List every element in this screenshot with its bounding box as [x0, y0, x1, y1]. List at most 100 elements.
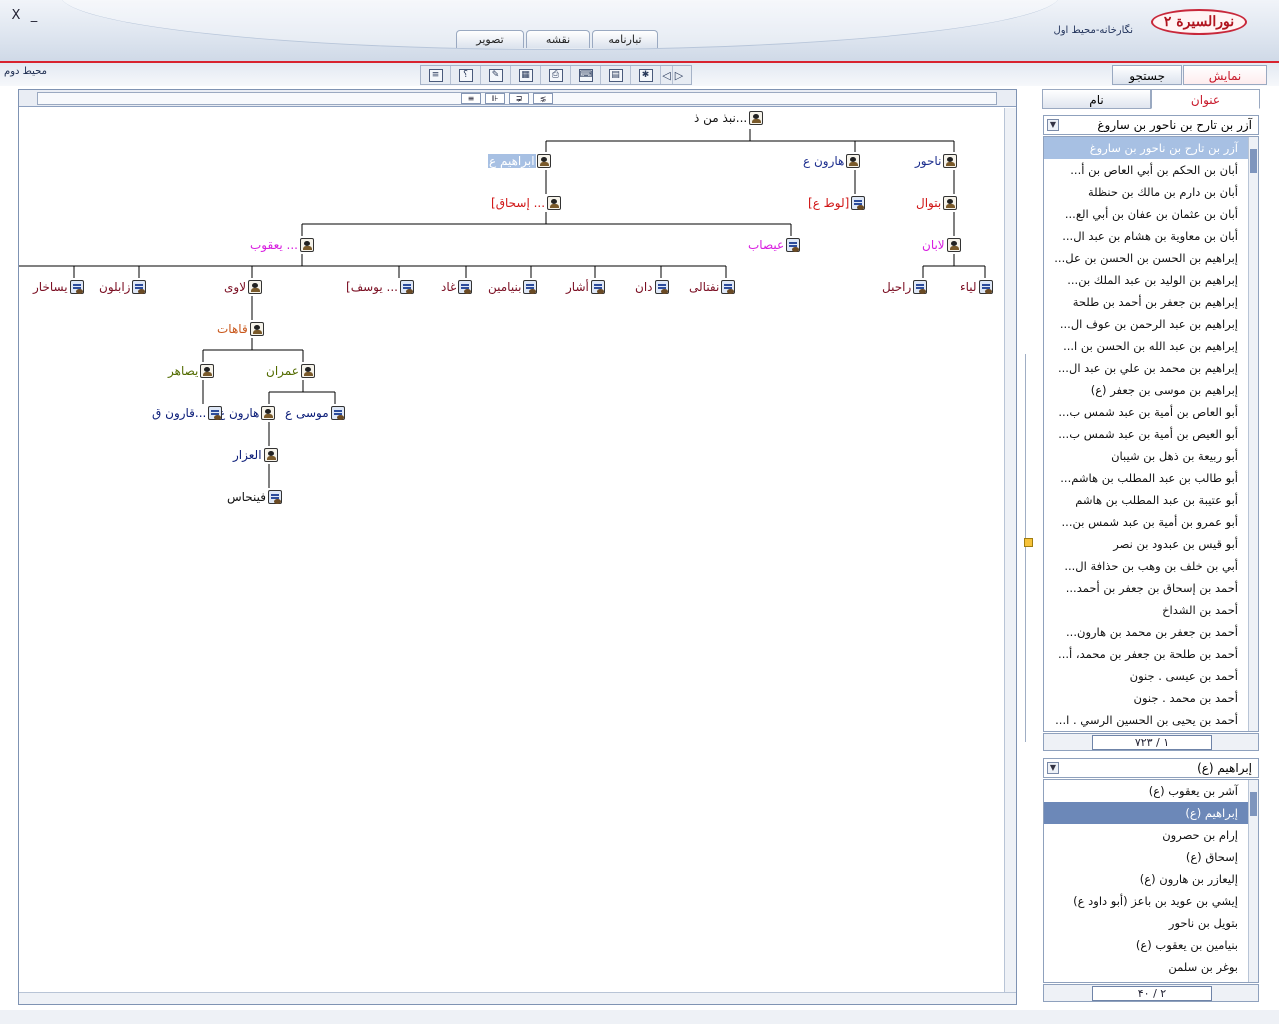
tree-node-rachel[interactable]: راحيل [881, 278, 928, 296]
list-item[interactable]: أحمد بن جعفر بن محمد بن هارون... [1044, 621, 1248, 643]
panel-splitter[interactable] [1024, 354, 1033, 742]
list-item[interactable]: بوغر بن سلمن [1044, 956, 1248, 978]
list-item[interactable]: آشر بن يعقوب (ع) [1044, 780, 1248, 802]
list-item[interactable]: بتويل بن ناحور [1044, 912, 1248, 934]
tree-node-eleazar[interactable]: العزار [232, 446, 278, 464]
list-item[interactable]: أبان بن الحكم بن أبي العاص بن أ... [1044, 159, 1248, 181]
tab-image[interactable]: تصویر [456, 30, 524, 48]
list-item[interactable]: إليعازر بن هارون (ع) [1044, 868, 1248, 890]
tree-node-bethuel[interactable]: بتوال [915, 194, 958, 212]
list-item[interactable]: أبي بن خلف بن وهب بن حذافة ال... [1044, 555, 1248, 577]
tree-node-nahor[interactable]: ناحور [914, 152, 958, 170]
title-search-combo[interactable]: آزر بن تارح بن ناحور بن ساروغ ▼ [1043, 115, 1259, 135]
tree-node-abraham[interactable]: ابراهيم ع [488, 152, 551, 170]
tree-node-haran[interactable]: هارون ع [802, 152, 861, 170]
tree-node-asher[interactable]: أشار [565, 278, 605, 296]
scroll-thumb[interactable] [1250, 149, 1257, 173]
settings-button[interactable]: ✱ [631, 66, 661, 84]
tab-name[interactable]: نام [1042, 89, 1151, 109]
list-item[interactable]: إرام بن حصرون [1044, 824, 1248, 846]
tree-node-joseph[interactable]: [يوسف ... [345, 278, 414, 296]
list-item[interactable]: أحمد بن طلحة بن جعفر بن محمد، أ... [1044, 643, 1248, 665]
tree-node-zebulun[interactable]: زابلون [98, 278, 147, 296]
list-item[interactable]: إبراهيم بن محمد بن علي بن عبد ال... [1044, 357, 1248, 379]
close-button[interactable]: X [8, 8, 24, 24]
tree-node-dan[interactable]: دان [634, 278, 669, 296]
list-item[interactable]: أبان بن معاوية بن هشام بن عبد ال... [1044, 225, 1248, 247]
scroll-thumb[interactable] [1250, 792, 1257, 816]
tree-canvas[interactable]: نبذ من ذ... ناحور هارون ع ابراهيم ع بتوا… [19, 108, 1004, 992]
list-item[interactable]: أبو عمرو بن أمية بن عبد شمس بن... [1044, 511, 1248, 533]
list-item[interactable]: إبراهيم بن الوليد بن عبد الملك بن... [1044, 269, 1248, 291]
tree-node-lot[interactable]: [لوط ع] [807, 194, 866, 212]
list-item[interactable]: إبراهيم بن عبد الرحمن بن عوف ال... [1044, 313, 1248, 335]
list-item[interactable]: أبو عتيبة بن عبد المطلب بن هاشم [1044, 489, 1248, 511]
tab-genealogy[interactable]: تبارنامه [592, 30, 658, 48]
keyboard-button[interactable]: ⌨ [571, 66, 601, 84]
list-item[interactable]: إبراهيم بن موسى بن جعفر (ع) [1044, 379, 1248, 401]
list-item[interactable]: أحمد بن يحيى بن الحسين الرسي . ا... [1044, 709, 1248, 731]
list-item[interactable]: إبراهيم (ع) [1044, 802, 1248, 824]
list-item[interactable]: إسحاق (ع) [1044, 846, 1248, 868]
tab-map[interactable]: نقشه [526, 30, 590, 48]
tree-vertical-layout-button[interactable]: ⊪ [485, 93, 505, 104]
list-item[interactable]: أبو العاص بن أمية بن عبد شمس ب... [1044, 401, 1248, 423]
list-item[interactable]: أحمد بن الشداخ [1044, 599, 1248, 621]
tree-node-kohath[interactable]: قاهات [216, 320, 264, 338]
list-item[interactable]: أحمد بن محمد . جنون [1044, 687, 1248, 709]
splitter-grip-icon[interactable] [1024, 538, 1033, 547]
list-item[interactable]: أبو قيس بن عبدود بن نصر [1044, 533, 1248, 555]
name-list-scrollbar[interactable] [1248, 780, 1258, 982]
tree-horizontal-layout-button[interactable]: ⋥ [509, 93, 529, 104]
minimize-button[interactable]: _ [26, 8, 42, 24]
title-page-indicator[interactable]: ۷۲۳ / ۱ [1092, 735, 1212, 750]
title-list-scrollbar[interactable] [1248, 137, 1258, 731]
name-search-combo[interactable]: إبراهيم (ع) ▼ [1043, 758, 1259, 778]
list-item[interactable]: أحمد بن عيسى . جنون [1044, 665, 1248, 687]
tree-node-aaron[interactable]: هارون ع [217, 404, 276, 422]
tree-node-izhar[interactable]: يصاهر [167, 362, 215, 380]
tab-title[interactable]: عنوان [1151, 89, 1260, 109]
tree-node-moses[interactable]: موسى ع [284, 404, 345, 422]
next-button[interactable]: ▷ [673, 66, 685, 84]
help-button[interactable]: ؟ [451, 66, 481, 84]
tree-node-leah[interactable]: لياء [959, 278, 993, 296]
tree-node-issachar[interactable]: يساخار [32, 278, 84, 296]
tree-node-phinehas[interactable]: فينحاس [226, 488, 283, 506]
chevron-down-icon[interactable]: ▼ [1047, 119, 1059, 131]
list-item[interactable]: أبو طالب بن عبد المطلب بن هاشم... [1044, 467, 1248, 489]
list-item[interactable]: أبان بن دارم بن مالك بن حنظلة [1044, 181, 1248, 203]
list-item[interactable]: إبراهيم بن عبد الله بن الحسن بن ا... [1044, 335, 1248, 357]
tree-node-benjamin[interactable]: بنيامين [487, 278, 538, 296]
list-item[interactable]: أبو ربيعة بن ذهل بن شيبان [1044, 445, 1248, 467]
list-view-button[interactable]: ≡ [421, 66, 451, 84]
environment-2-label[interactable]: محیط دوم [4, 66, 47, 77]
print-button[interactable]: ⎙ [541, 66, 571, 84]
tree-node-amram[interactable]: عمران [265, 362, 315, 380]
prev-button[interactable]: ◁ [661, 66, 673, 84]
tree-node-korah[interactable]: قارون ق... [151, 404, 223, 422]
list-item[interactable]: أبو العيص بن أمية بن عبد شمس ب... [1044, 423, 1248, 445]
list-item[interactable]: آزر بن تارح بن ناحور بن ساروغ [1044, 137, 1248, 159]
list-item[interactable]: إبراهيم بن الحسن بن الحسن بن عل... [1044, 247, 1248, 269]
tab-search[interactable]: جستجو [1112, 65, 1182, 85]
tree-node-esau[interactable]: عيصاب [747, 236, 801, 254]
tab-display[interactable]: نمایش [1183, 65, 1267, 85]
tree-node-jacob[interactable]: يعقوب ... [249, 236, 314, 254]
tree-node-laban[interactable]: لابان [921, 236, 961, 254]
list-item[interactable]: أبان بن عثمان بن عفان بن أبي الع... [1044, 203, 1248, 225]
tree-compact-layout-button[interactable]: ⋦ [533, 93, 553, 104]
tree-vertical-scrollbar[interactable] [1004, 108, 1016, 992]
tree-horizontal-scrollbar[interactable] [19, 992, 1016, 1004]
list-item[interactable]: إبراهيم بن جعفر بن أحمد بن طلحة [1044, 291, 1248, 313]
tree-node-root[interactable]: نبذ من ذ... [693, 109, 764, 127]
list-item[interactable]: إيشي بن عويد بن باعز (أبو داود ع) [1044, 890, 1248, 912]
tree-node-isaac[interactable]: [إسحاق ... [490, 194, 562, 212]
tree-node-gad[interactable]: غاد [440, 278, 473, 296]
tree-node-levi[interactable]: لاوى [223, 278, 263, 296]
name-page-indicator[interactable]: ۴۰ / ۲ [1092, 986, 1212, 1001]
list-item[interactable]: أحمد بن إسحاق بن جعفر بن أحمد... [1044, 577, 1248, 599]
grid-button[interactable]: ▦ [511, 66, 541, 84]
tree-list-button[interactable]: ≡ [461, 93, 481, 104]
chevron-down-icon[interactable]: ▼ [1047, 762, 1059, 774]
